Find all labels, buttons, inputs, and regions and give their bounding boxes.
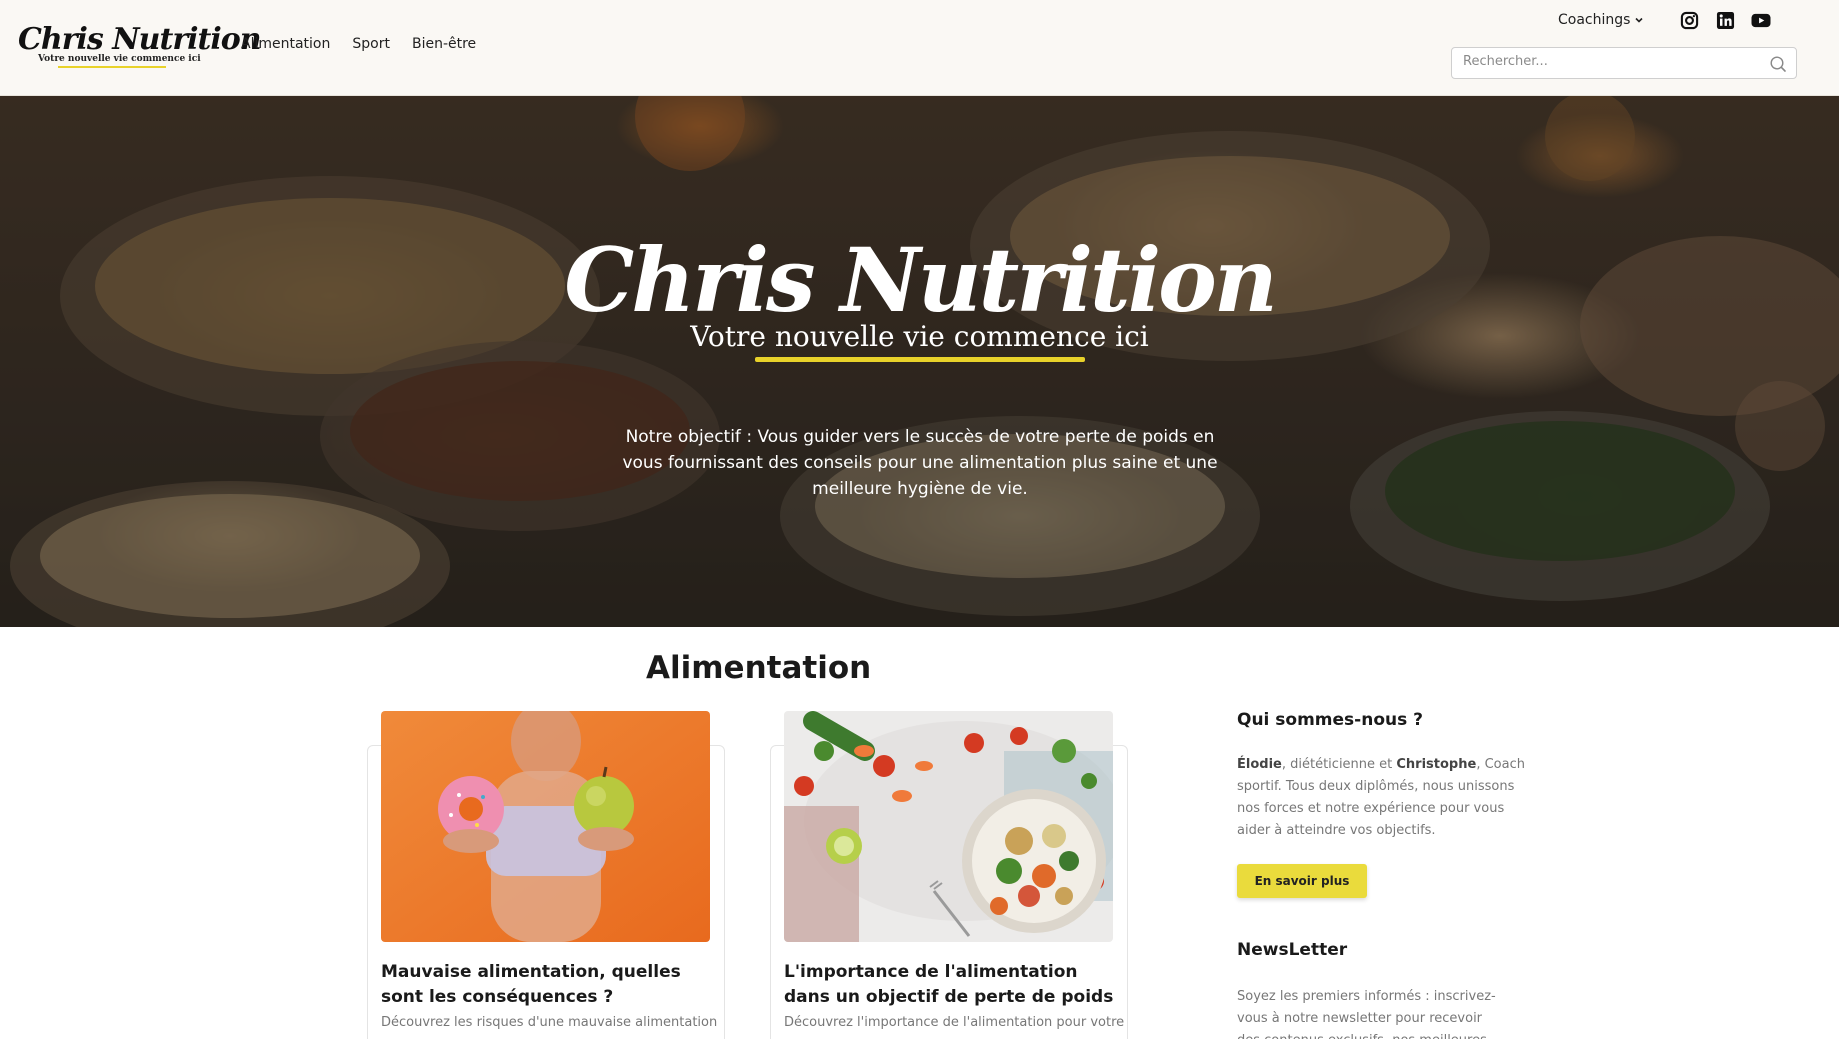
logo-subtitle: Votre nouvelle vie commence ici xyxy=(38,54,201,64)
hero-description: Notre objectif : Vous guider vers le suc… xyxy=(622,427,1218,499)
main-nav: Alimentation Sport Bien-être xyxy=(241,36,476,52)
article-excerpt: Découvrez les risques d'une mauvaise ali… xyxy=(381,1015,718,1030)
coachings-label: Coachings xyxy=(1558,12,1631,28)
logo-underline xyxy=(58,66,166,68)
section-title-alimentation: Alimentation xyxy=(646,650,872,686)
article-excerpt: Découvrez l'importance de l'alimentation… xyxy=(784,1015,1124,1030)
article-title[interactable]: L'importance de l'alimentation dans un o… xyxy=(784,960,1124,1010)
site-header: Chris Nutrition Votre nouvelle vie comme… xyxy=(0,0,1839,96)
logo-title: Chris Nutrition xyxy=(18,22,262,57)
youtube-icon[interactable] xyxy=(1750,11,1772,30)
hero-banner: Chris Nutrition Votre nouvelle vie comme… xyxy=(0,96,1839,627)
nav-item-alimentation[interactable]: Alimentation xyxy=(241,36,330,52)
search-input[interactable] xyxy=(1463,54,1753,69)
nav-item-bien-etre[interactable]: Bien-être xyxy=(412,36,476,52)
learn-more-button[interactable]: En savoir plus xyxy=(1237,864,1367,898)
newsletter-title: NewsLetter xyxy=(1237,940,1348,960)
newsletter-text: Soyez les premiers informés : inscrivez-… xyxy=(1237,989,1496,1039)
about-title: Qui sommes-nous ? xyxy=(1237,710,1424,730)
linkedin-icon[interactable] xyxy=(1715,11,1736,30)
hero-title: Chris Nutrition xyxy=(564,228,1278,332)
about-text: Élodie, diététicienne et Christophe, Coa… xyxy=(1237,757,1525,838)
coachings-dropdown[interactable]: Coachings xyxy=(1558,12,1644,28)
nav-item-sport[interactable]: Sport xyxy=(352,36,390,52)
search-box xyxy=(1451,47,1797,79)
about-name-christophe: Christophe xyxy=(1396,757,1477,772)
chevron-down-icon xyxy=(1635,17,1644,23)
article-title[interactable]: Mauvaise alimentation, quelles sont les … xyxy=(381,960,721,1010)
article-image-donut-apple[interactable] xyxy=(381,711,710,942)
instagram-icon[interactable] xyxy=(1679,11,1700,30)
hero-underline xyxy=(755,357,1085,362)
about-name-elodie: Élodie xyxy=(1237,757,1282,772)
site-logo[interactable]: Chris Nutrition Votre nouvelle vie comme… xyxy=(18,22,262,70)
search-icon[interactable] xyxy=(1769,55,1787,73)
article-image-vegetable-bowl[interactable] xyxy=(784,711,1113,942)
hero-subtitle: Votre nouvelle vie commence ici xyxy=(690,320,1149,353)
